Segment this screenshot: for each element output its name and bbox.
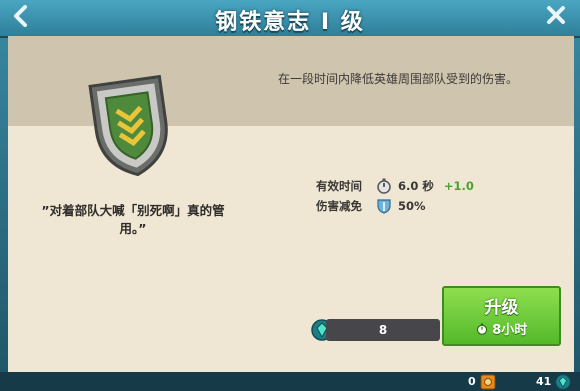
header-bar: 钢铁意志 I 级 [0, 0, 580, 38]
stat-label: 有效时间 [316, 179, 362, 193]
stat-row-duration: 有效时间 6.0 秒 +1.0 [316, 177, 474, 195]
cost-display: 8 [326, 319, 440, 341]
builder-icon [480, 374, 496, 389]
footer-bar: 0 41 [0, 372, 580, 391]
stopwatch-icon [476, 323, 487, 335]
upgrade-label: 升级 [484, 298, 519, 318]
skill-panel: 在一段时间内降低英雄周围部队受到的伤害。 ”对着部队大喊「别死啊」真的管用。” … [8, 36, 574, 381]
stat-value: 6.0 秒 [398, 179, 434, 193]
gem-count: 41 [536, 375, 552, 388]
shield-icon [377, 199, 391, 214]
shield-chevron-icon [88, 74, 168, 177]
upgrade-time: 8小时 [444, 319, 559, 338]
builder-count: 0 [468, 375, 476, 388]
stat-value: 50% [398, 199, 426, 213]
gem-counter: 41 [536, 373, 572, 390]
stat-row-damage-reduction: 伤害减免 50% [316, 197, 426, 215]
skill-description: 在一段时间内降低英雄周围部队受到的伤害。 [277, 72, 518, 86]
upgrade-button[interactable]: 升级 8小时 [442, 286, 561, 346]
builder-counter: 0 [468, 373, 496, 390]
close-button[interactable] [542, 4, 570, 32]
skill-icon [86, 71, 176, 181]
stat-label: 伤害减免 [316, 199, 362, 213]
stat-bonus: +1.0 [443, 179, 474, 193]
gem-icon [555, 373, 572, 390]
page-title: 钢铁意志 I 级 [215, 10, 365, 35]
skill-quote: ”对着部队大喊「别死啊」真的管用。” [41, 203, 225, 236]
close-icon [547, 6, 565, 24]
stopwatch-icon [377, 178, 391, 194]
upgrade-time-value: 8小时 [492, 323, 528, 338]
